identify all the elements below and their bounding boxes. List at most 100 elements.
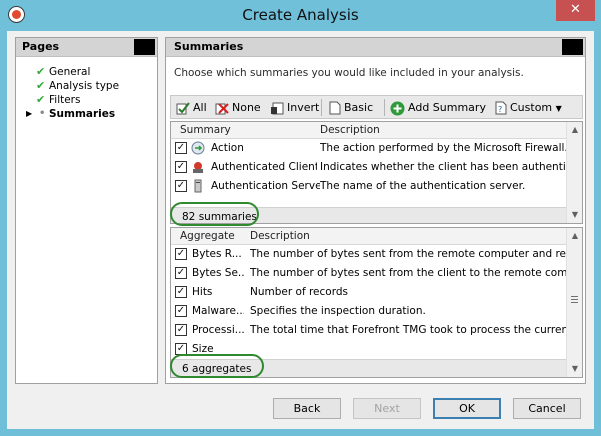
select-all-button[interactable]: All	[176, 98, 207, 117]
summary-name: Authenticated Client	[211, 161, 317, 173]
aggregate-description: The total time that Forefront TMG took t…	[250, 324, 566, 336]
back-button[interactable]: Back	[273, 398, 341, 419]
summary-table-header: Summary Description	[171, 122, 582, 139]
aggregate-description: Specifies the inspection duration.	[250, 305, 426, 317]
column-header-description[interactable]: Description	[320, 124, 380, 136]
row-checkbox[interactable]: ✓	[175, 180, 187, 192]
aggregate-description: Number of records	[250, 286, 348, 298]
check-all-icon	[176, 102, 190, 115]
table-row[interactable]: ✓ Processi... The total time that Forefr…	[171, 321, 582, 340]
nav-item-summaries[interactable]: ▶ • Summaries	[16, 107, 119, 121]
next-button[interactable]: Next	[353, 398, 421, 419]
aggregate-scrollbar[interactable]: ▲ ▼	[566, 228, 582, 377]
invert-icon	[271, 102, 284, 115]
invert-label: Invert	[287, 101, 320, 114]
aggregate-name: Hits	[192, 286, 213, 298]
chevron-down-icon: ▼	[555, 104, 562, 113]
select-none-label: None	[232, 101, 261, 114]
summary-scrollbar[interactable]: ▲ ▼	[566, 122, 582, 223]
row-checkbox[interactable]: ✓	[175, 161, 187, 173]
auth-client-icon	[193, 162, 203, 173]
column-header-description[interactable]: Description	[250, 230, 310, 242]
custom-label: Custom	[510, 101, 553, 114]
check-icon: ✔	[36, 93, 46, 106]
pages-header-label: Pages	[22, 40, 60, 53]
aggregate-name: Bytes Se...	[192, 267, 244, 279]
row-checkbox[interactable]: ✓	[175, 267, 187, 279]
select-none-button[interactable]: None	[215, 98, 261, 117]
create-analysis-window: Create Analysis ✕ Pages ✔ General ✔ Anal…	[0, 0, 601, 436]
aggregate-description: The number of bytes sent from the remote…	[250, 248, 566, 260]
invert-button[interactable]: Invert	[270, 98, 319, 117]
scroll-down-icon[interactable]: ▼	[567, 207, 582, 223]
cancel-button[interactable]: Cancel	[513, 398, 581, 419]
summary-description: The name of the authentication server.	[320, 180, 526, 192]
summary-count-highlight	[170, 202, 259, 226]
scroll-up-icon[interactable]: ▲	[567, 122, 582, 138]
action-icon	[191, 141, 205, 155]
row-checkbox[interactable]: ✓	[175, 324, 187, 336]
aggregate-description: The number of bytes sent from the client…	[250, 267, 566, 279]
row-checkbox[interactable]: ✓	[175, 286, 187, 298]
nav-item-label: Analysis type	[49, 80, 120, 92]
table-row[interactable]: ✓ Action The action performed by the Mic…	[171, 139, 582, 158]
aggregate-name: Processi...	[192, 324, 244, 336]
table-row[interactable]: ✓ Authenticated Client Indicates whether…	[171, 158, 582, 177]
table-row[interactable]: ✓ Malware... Specifies the inspection du…	[171, 302, 582, 321]
close-button[interactable]: ✕	[556, 0, 595, 21]
instruction-text: Choose which summaries you would like in…	[174, 67, 524, 79]
basic-button[interactable]: Basic	[329, 98, 373, 117]
document-icon	[329, 101, 341, 115]
pages-header-marker	[134, 39, 155, 55]
nav-item-general[interactable]: ✔ General	[16, 65, 119, 79]
nav-item-label: Filters	[49, 94, 81, 106]
help-document-icon: ?	[495, 101, 507, 115]
summary-name: Action	[211, 142, 244, 154]
row-checkbox[interactable]: ✓	[175, 142, 187, 154]
row-checkbox[interactable]: ✓	[175, 305, 187, 317]
dialog-body: Pages ✔ General ✔ Analysis type ✔ Filter…	[7, 31, 594, 429]
custom-dropdown[interactable]: ? Custom ▼	[495, 98, 562, 117]
check-icon: ✔	[36, 65, 46, 78]
add-icon	[390, 101, 405, 115]
table-row[interactable]: ✓ Bytes Se... The number of bytes sent f…	[171, 264, 582, 283]
auth-server-icon	[194, 179, 202, 193]
toolbar-separator	[384, 99, 385, 116]
summary-description: The action performed by the Microsoft Fi…	[320, 142, 566, 154]
row-checkbox[interactable]: ✓	[175, 248, 187, 260]
ok-button[interactable]: OK	[433, 398, 501, 419]
aggregate-table-header: Aggregate Description	[171, 228, 582, 245]
summaries-header-marker	[562, 39, 583, 55]
basic-label: Basic	[344, 101, 374, 114]
column-header-aggregate[interactable]: Aggregate	[180, 230, 235, 242]
scroll-down-icon[interactable]: ▼	[567, 361, 582, 377]
aggregate-count-highlight	[170, 354, 264, 378]
title-bar: Create Analysis ✕	[0, 0, 601, 31]
add-summary-button[interactable]: Add Summary	[390, 98, 486, 117]
nav-item-filters[interactable]: ✔ Filters	[16, 93, 119, 107]
nav-item-analysis-type[interactable]: ✔ Analysis type	[16, 79, 119, 93]
uncheck-all-icon	[215, 103, 229, 115]
pages-header: Pages	[16, 38, 157, 57]
nav-item-label: General	[49, 66, 91, 78]
summaries-panel: Summaries Choose which summaries you wou…	[165, 37, 586, 384]
summaries-header: Summaries	[166, 38, 585, 57]
summaries-header-label: Summaries	[174, 40, 244, 53]
summary-description: Indicates whether the client has been au…	[320, 161, 566, 173]
table-row[interactable]: ✓ Hits Number of records	[171, 283, 582, 302]
current-arrow-icon: ▶	[26, 109, 33, 118]
select-all-label: All	[193, 101, 207, 114]
scroll-up-icon[interactable]: ▲	[567, 228, 582, 244]
aggregate-name: Bytes R...	[192, 248, 242, 260]
svg-text:?: ?	[498, 105, 502, 114]
scroll-grip-icon[interactable]	[571, 296, 578, 303]
check-icon: ✔	[36, 79, 46, 92]
table-row[interactable]: ✓ Bytes R... The number of bytes sent fr…	[171, 245, 582, 264]
column-header-summary[interactable]: Summary	[180, 124, 231, 136]
nav-item-label: Summaries	[49, 108, 116, 120]
summary-name: Authentication Server	[211, 180, 320, 192]
table-row[interactable]: ✓ Authentication Server The name of the …	[171, 177, 582, 196]
window-title: Create Analysis	[242, 6, 359, 24]
aggregate-name: Malware...	[192, 305, 244, 317]
bullet-icon: •	[39, 108, 46, 119]
